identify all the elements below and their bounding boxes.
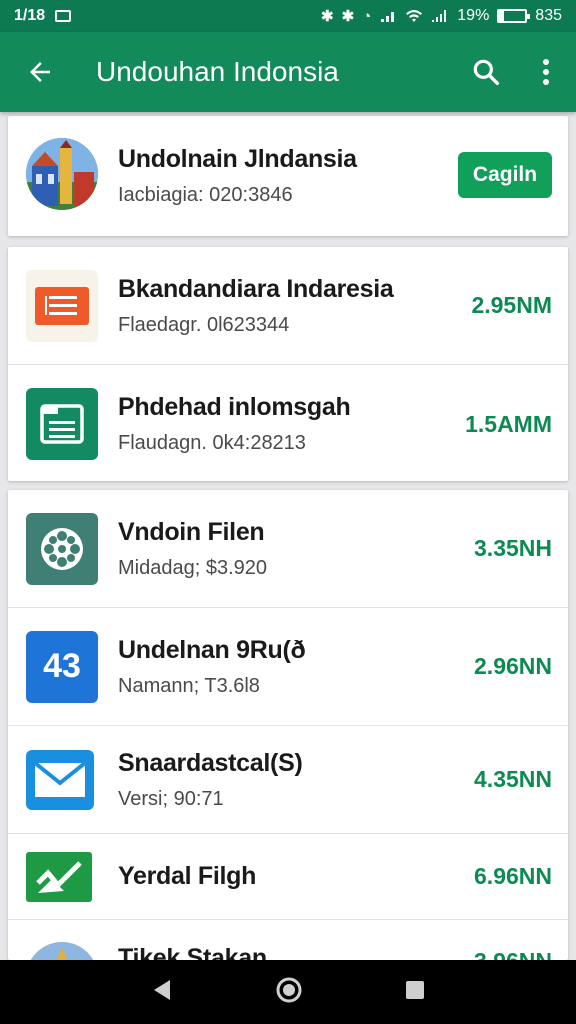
item-title: Snaardastcal(S) (118, 748, 303, 777)
header-texts: Undolnain Jlndansia Iacbiagia: 020:3846 (118, 116, 357, 236)
alarm-icon: ◔ (362, 7, 372, 25)
wifi-icon (406, 10, 423, 22)
nav-recents-button[interactable] (404, 979, 426, 1006)
item-title: Phdehad inlomsgah (118, 393, 351, 421)
header-action-button[interactable]: Cagiln (458, 152, 552, 198)
downloads-section-1: Bkandandiara Indaresia Flaedagr. 0l62334… (8, 247, 568, 481)
item-size: 3.35NH (474, 535, 552, 561)
item-texts: Snaardastcal(S) Versi; 90:71 (118, 726, 303, 833)
status-icons: ✱ ✱ ◔ 19% 835 (321, 7, 562, 25)
downloads-section-2: Vndoin Filen Midadag; $3.920 3.35NH 43 U… (8, 490, 568, 960)
system-nav-bar (0, 960, 576, 1024)
arrow-back-icon (30, 62, 50, 82)
item-texts: Phdehad inlomsgah Flaudagn. 0k4:28213 (118, 365, 351, 481)
status-extra: 835 (535, 7, 562, 24)
item-texts: Undelnan 9Ru(ð Namann; T3.6l8 (118, 608, 306, 725)
app-bar: Undouhan Indonsia (0, 32, 576, 112)
header-subtitle: Iacbiagia: 020:3846 (118, 184, 293, 206)
item-texts: Vndoin Filen Midadag; $3.920 (118, 490, 267, 607)
nav-back-button[interactable] (150, 978, 174, 1007)
triangle-back-icon (154, 979, 171, 1000)
list-item[interactable]: 43 Undelnan 9Ru(ð Namann; T3.6l8 2.96NN (8, 608, 568, 726)
circle-home-icon (276, 977, 302, 1002)
list-icon (26, 269, 98, 342)
header-card: Undolnain Jlndansia Iacbiagia: 020:3846 … (8, 116, 568, 236)
photo-icon (26, 942, 98, 960)
battery-icon (497, 9, 531, 23)
43-icon-text: 43 (43, 647, 81, 685)
item-title: Vndoin Filen (118, 517, 265, 546)
search-icon (473, 59, 500, 86)
notification-icon (55, 10, 72, 22)
item-size: 1.5AMM (465, 410, 552, 437)
nav-home-button[interactable] (275, 976, 303, 1009)
item-size: 4.35NN (474, 766, 552, 792)
list-item[interactable]: Snaardastcal(S) Versi; 90:71 4.35NN (8, 726, 568, 834)
cell-signal-icon (432, 10, 447, 22)
list-item[interactable]: Bkandandiara Indaresia Flaedagr. 0l62334… (8, 247, 568, 365)
item-subtitle: Flaedagr. 0l623344 (118, 313, 290, 336)
mail-icon (26, 749, 94, 810)
item-size: 2.95NM (471, 292, 552, 318)
item-texts: Tikek Stakan (118, 944, 267, 960)
list-item[interactable]: Phdehad inlomsgah Flaudagn. 0k4:28213 1.… (8, 365, 568, 481)
item-size: 3.96NN (474, 948, 552, 960)
film-reel-icon (26, 512, 98, 585)
item-texts: Yerdal Filgh (118, 834, 256, 919)
item-title: Undelnan 9Ru(ð (118, 635, 306, 664)
header-title: Undolnain Jlndansia (118, 145, 357, 173)
more-options-button[interactable] (516, 32, 576, 112)
bluetooth-icon-2: ✱ (341, 8, 355, 25)
chart-check-icon (26, 851, 92, 902)
search-button[interactable] (456, 32, 516, 112)
signal-icon (381, 12, 395, 22)
item-subtitle: Flaudagn. 0k4:28213 (118, 432, 306, 454)
header-item[interactable]: Undolnain Jlndansia Iacbiagia: 020:3846 … (8, 116, 568, 236)
item-texts: Bkandandiara Indaresia Flaedagr. 0l62334… (118, 247, 394, 364)
status-time: 1/18 (14, 7, 46, 24)
item-size: 6.96NN (474, 863, 552, 889)
list-item[interactable]: Vndoin Filen Midadag; $3.920 3.35NH (8, 490, 568, 608)
square-recents-icon (405, 980, 424, 999)
list-item[interactable]: Yerdal Filgh 6.96NN (8, 834, 568, 920)
document-icon (26, 388, 98, 460)
item-size: 2.96NN (474, 653, 552, 679)
more-vert-icon (543, 59, 549, 85)
header-action-label: Cagiln (472, 163, 538, 186)
item-title: Yerdal Filgh (118, 862, 257, 890)
list-item[interactable]: Tikek Stakan 3.96NN (8, 920, 568, 960)
43-icon: 43 (26, 630, 98, 703)
back-button[interactable] (0, 32, 80, 112)
church-photo-icon (26, 138, 98, 210)
status-bar: 1/18 ✱ ✱ ◔ 19% 835 (0, 0, 576, 32)
battery-percent: 19% (457, 7, 490, 24)
item-subtitle: Midadag; $3.920 (118, 556, 268, 579)
item-title: Tikek Stakan (118, 944, 267, 960)
page-title: Undouhan Indonsia (96, 56, 339, 87)
item-subtitle: Namann; T3.6l8 (118, 674, 260, 697)
item-subtitle: Versi; 90:71 (118, 787, 224, 810)
bluetooth-icon: ✱ (321, 8, 334, 25)
item-title: Bkandandiara Indaresia (118, 274, 394, 303)
